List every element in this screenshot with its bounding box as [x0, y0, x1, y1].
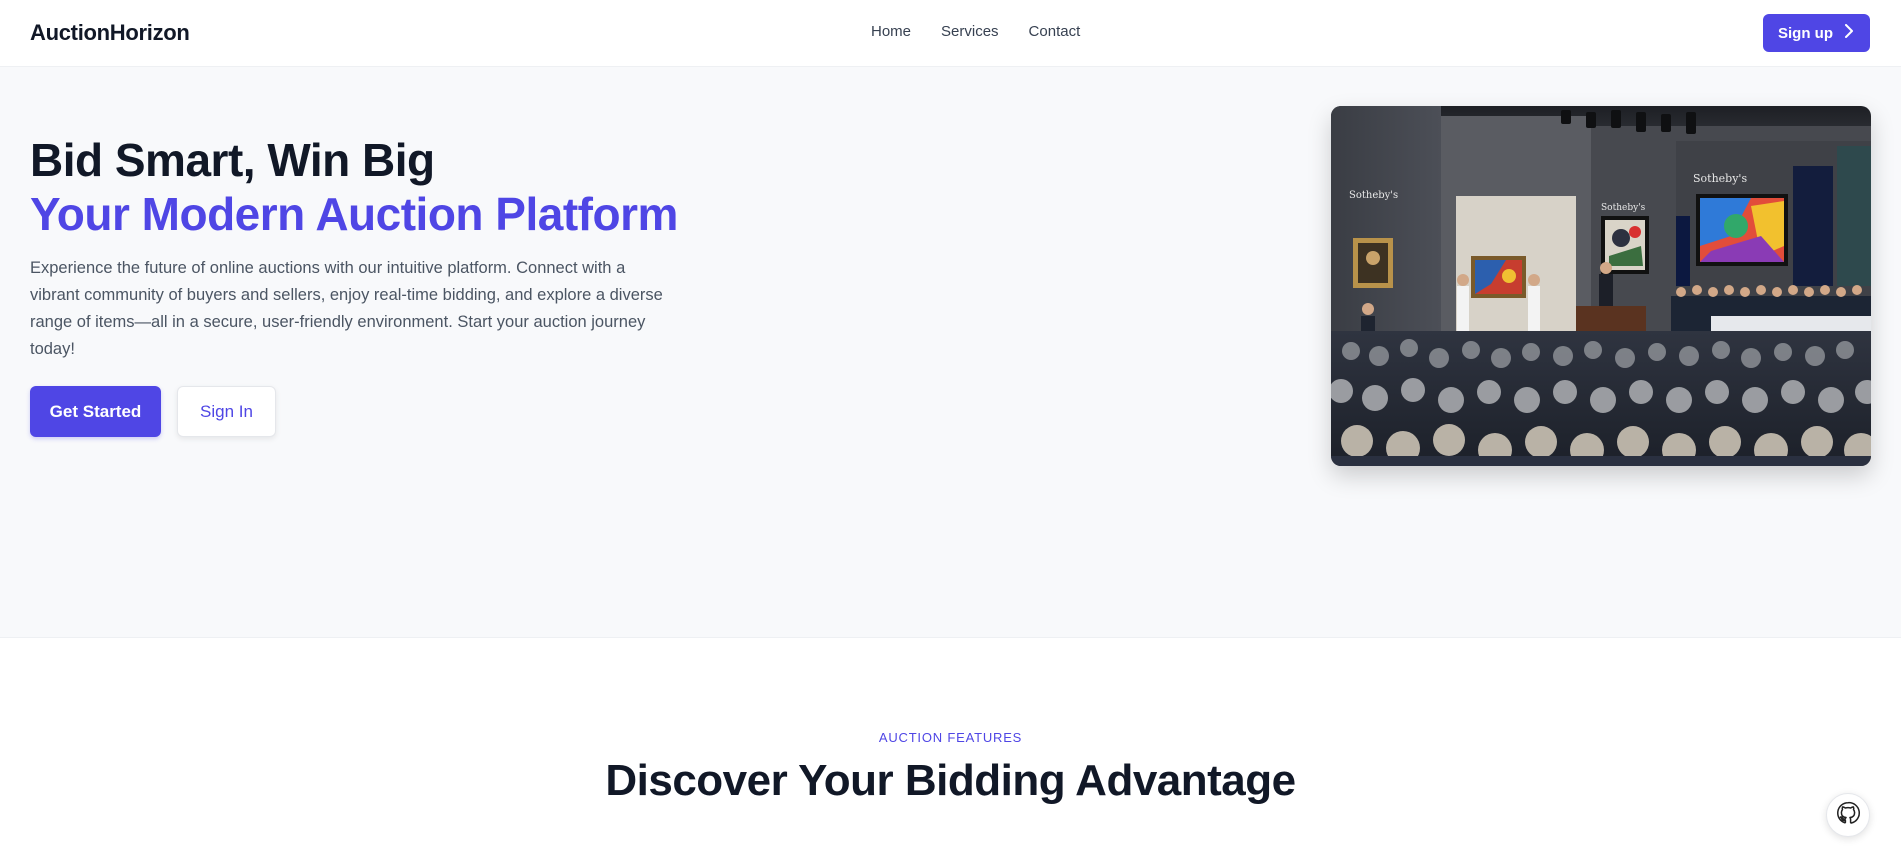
github-icon — [1835, 800, 1861, 831]
nav-link-home[interactable]: Home — [871, 23, 911, 40]
nav-link-services[interactable]: Services — [941, 23, 999, 40]
hero-title: Bid Smart, Win Big Your Modern Auction P… — [30, 133, 678, 241]
signage-text: Sotheby's — [1349, 190, 1398, 201]
signup-button[interactable]: Sign up — [1763, 14, 1870, 52]
hero-description: Experience the future of online auctions… — [30, 259, 663, 358]
auction-room-image: Sotheby's Sotheby's Sotheby's — [1331, 106, 1871, 466]
chevron-right-icon — [1843, 24, 1855, 42]
logo[interactable]: AuctionHorizon — [30, 20, 190, 46]
sign-in-button[interactable]: Sign In — [177, 386, 276, 437]
get-started-button[interactable]: Get Started — [30, 386, 161, 437]
site-header: AuctionHorizon Home Services Contact Sig… — [0, 0, 1901, 67]
hero-title-line1: Bid Smart, Win Big — [30, 134, 435, 186]
signage-text: Sotheby's — [1601, 203, 1646, 213]
hero-title-accent: Your Modern Auction Platform — [30, 188, 678, 240]
signup-button-label: Sign up — [1778, 24, 1833, 42]
main-nav: Home Services Contact — [871, 23, 1080, 40]
nav-link-contact[interactable]: Contact — [1029, 23, 1081, 40]
features-title: Discover Your Bidding Advantage — [605, 756, 1296, 805]
signage-text: Sotheby's — [1693, 172, 1747, 185]
github-button[interactable] — [1826, 793, 1870, 837]
features-eyebrow: AUCTION FEATURES — [878, 730, 1023, 745]
